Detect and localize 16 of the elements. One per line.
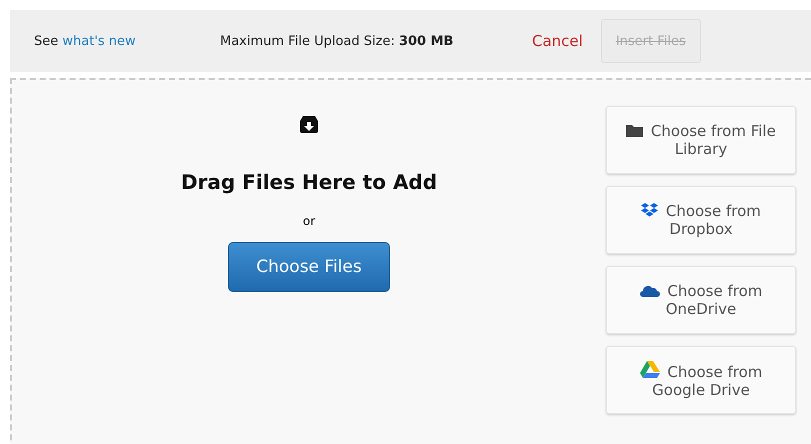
folder-icon: [626, 124, 644, 137]
max-upload-size-text: Maximum File Upload Size: 300 MB: [220, 34, 454, 48]
dropbox-icon: [641, 203, 658, 217]
choose-source-button[interactable]: Choose from Dropbox: [606, 186, 796, 254]
choose-source-button[interactable]: Choose from Google Drive: [606, 346, 796, 414]
choose-source-button[interactable]: Choose from File Library: [606, 106, 796, 174]
drive-triangle-icon: [640, 361, 660, 378]
whats-new-text: See what's new: [34, 34, 137, 48]
choose-source-button[interactable]: Choose from OneDrive: [606, 266, 796, 334]
download-box-icon: [299, 114, 319, 134]
drop-title: Drag Files Here to Add: [180, 170, 438, 194]
or-text: or: [302, 214, 316, 228]
choose-files-button[interactable]: Choose Files: [228, 242, 390, 292]
whats-new-link[interactable]: what's new: [62, 34, 136, 48]
cloud-icon: [640, 285, 660, 297]
cancel-link[interactable]: Cancel: [532, 32, 583, 50]
